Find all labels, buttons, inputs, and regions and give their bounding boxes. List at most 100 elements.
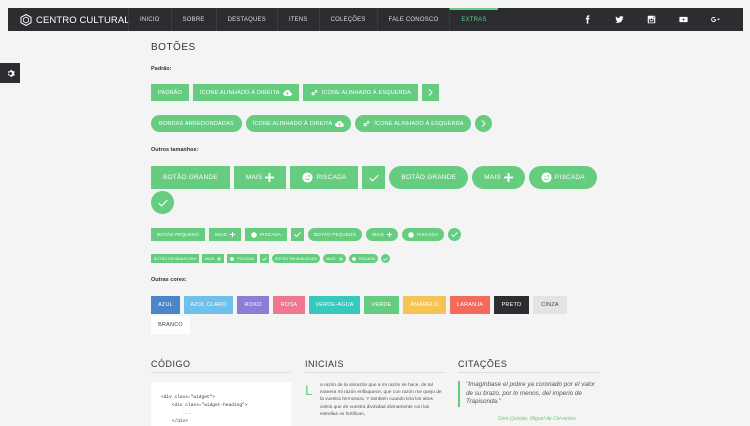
small-blink-button[interactable]: PISCADA [244,228,288,241]
small-round-more-button[interactable]: MAIS [366,228,398,241]
facebook-icon [585,15,590,24]
rounded-icon-right-button[interactable]: ÍCONE ALINHADO À DIREITA [245,115,352,132]
color-button-purple[interactable]: ROXO [237,296,269,314]
icon-right-button-label: ÍCONE ALINHADO À DIREITA [200,89,280,96]
youtube-link[interactable] [667,8,699,31]
check-icon [383,256,389,261]
color-button-gray[interactable]: CINZA [533,296,567,314]
dropcap-paragraph: a razón de la sinrazón que a mi razón se… [320,383,442,417]
instagram-link[interactable] [635,8,667,31]
wink-icon [408,231,414,238]
logo-icon [20,14,32,26]
initials-divider [305,372,445,373]
chevron-right-button[interactable] [421,84,439,101]
large-more-button[interactable]: MAIS [233,166,287,189]
large-button[interactable]: BOTÃO GRANDE [151,166,230,189]
nav-item-inicio[interactable]: INICIO [128,8,171,31]
twitter-link[interactable] [603,8,635,31]
mini-button[interactable]: BOTÃO EM MINIATURA [151,254,200,263]
color-button-light-blue[interactable]: AZUL CLARO [184,296,233,314]
wink-icon [541,172,552,183]
nav-item-destaques[interactable]: DESTAQUES [215,8,277,31]
small-round-blink-button[interactable]: PISCADA [402,228,445,241]
color-button-black[interactable]: PRETO [494,296,529,314]
top-navbar: CENTRO CULTURAL INICIO SOBRE DESTAQUES I… [8,8,743,31]
color-button-label: PRETO [501,302,522,308]
brand[interactable]: CENTRO CULTURAL [20,13,130,27]
gears-icon [311,89,318,95]
color-button-green[interactable]: VERDE [364,296,399,314]
quote-source: Dom Quixote, Miguel de Cervantes [498,416,576,422]
large-button-label: BOTÃO GRANDE [163,174,218,181]
large-check-button[interactable] [362,166,386,189]
plus-icon [338,256,343,261]
mini-round-check-button[interactable] [381,254,391,263]
twitter-icon [614,16,624,23]
nav-item-sobre[interactable]: SOBRE [170,8,216,31]
standard-buttons-row: PADRÃO ÍCONE ALINHADO À DIREITA ÍCONE AL… [151,84,439,101]
color-button-pink[interactable]: ROSA [273,296,305,314]
chevron-right-icon [428,89,433,96]
color-button-label: AMARELO [410,302,439,308]
rounded-icon-left-button[interactable]: ÍCONE ALINHADO À ESQUERDA [355,115,471,132]
mini-blink-button[interactable]: PISCADA [227,254,258,263]
mini-round-blink-button[interactable]: PISCADA [348,254,379,263]
color-button-yellow[interactable]: AMARELO [403,296,446,314]
large-round-blink-button[interactable]: PISCADA [528,166,597,189]
nav-item-extras[interactable]: EXTRAS [449,8,498,31]
mini-round-button[interactable]: BOTÃO EM MINIATURA [272,254,321,263]
icon-right-button[interactable]: ÍCONE ALINHADO À DIREITA [193,84,299,101]
brand-name: CENTRO CULTURAL [36,14,130,26]
mini-round-more-button[interactable]: MAIS [323,254,346,263]
settings-tab[interactable] [0,63,20,83]
dropcap-letter: L [305,382,313,398]
small-round-button[interactable]: BOTÃO PEQUENO [308,228,363,241]
nav-item-colecoes[interactable]: COLEÇÕES [318,8,377,31]
section-standard-label: Padrão: [151,66,172,72]
icon-left-button[interactable]: ÍCONE ALINHADO À ESQUERDA [302,84,418,101]
color-button-label: AZUL CLARO [190,302,227,308]
large-round-more-button[interactable]: MAIS [472,166,525,189]
google-plus-link[interactable] [699,8,731,31]
nav-item-fale-conosco[interactable]: FALE CONOSCO [376,8,450,31]
small-more-button[interactable]: MAIS [209,228,241,241]
mini-buttons-row: BOTÃO EM MINIATURA MAIS PISCADA BOTÃO EM… [151,254,391,263]
color-button-label: VERDE-ÁGUA [315,302,354,308]
color-button-label: ROXO [244,302,262,308]
check-icon [294,232,301,237]
rounded-chevron-right-button[interactable] [474,115,492,132]
icon-left-button-label: ÍCONE ALINHADO À ESQUERDA [321,89,411,96]
large-blink-button-label: PISCADA [316,174,347,181]
google-plus-icon [710,16,720,23]
color-button-teal[interactable]: VERDE-ÁGUA [309,296,360,314]
facebook-link[interactable] [571,8,603,31]
small-round-check-button[interactable] [448,228,462,241]
small-round-more-button-label: MAIS [372,232,384,237]
code-divider [151,372,291,373]
color-button-label: AZUL [158,302,173,308]
large-round-button[interactable]: BOTÃO GRANDE [389,166,469,189]
mini-more-button[interactable]: MAIS [202,254,225,263]
mini-check-button[interactable] [260,254,270,263]
default-button-label: PADRÃO [158,89,183,96]
color-button-white[interactable]: BRANCO [151,316,190,334]
chevron-right-icon [481,120,486,127]
social-links [571,8,731,31]
color-button-label: CINZA [541,302,559,308]
color-button-orange[interactable]: LARANJA [450,296,490,314]
cloud-upload-icon [282,89,292,96]
wink-icon [251,231,257,238]
page-title: BOTÕES [151,42,196,53]
mini-button-label: BOTÃO EM MINIATURA [154,256,197,261]
small-button-label: BOTÃO PEQUENO [157,232,200,237]
small-check-button[interactable] [291,228,305,241]
large-blink-button[interactable]: PISCADA [290,166,359,189]
large-round-check-button[interactable] [151,191,174,214]
nav-item-itens[interactable]: ITENS [276,8,319,31]
small-round-button-label: BOTÃO PEQUENO [314,232,357,237]
main-nav: INICIO SOBRE DESTAQUES ITENS COLEÇÕES FA… [128,8,498,31]
rounded-button[interactable]: BORDAS ARREDONDADAS [151,115,242,132]
default-button[interactable]: PADRÃO [151,84,190,101]
small-button[interactable]: BOTÃO PEQUENO [151,228,206,241]
color-button-blue[interactable]: AZUL [151,296,180,314]
